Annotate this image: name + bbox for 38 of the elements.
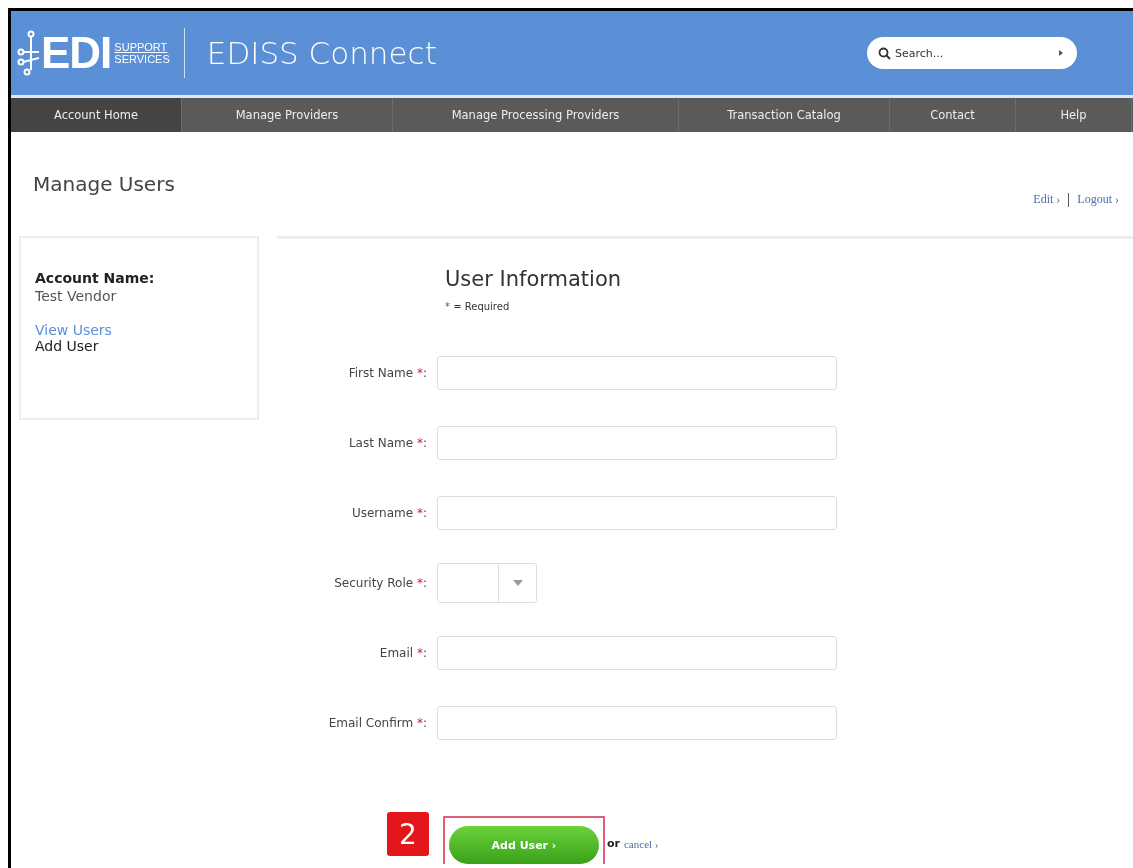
input-field[interactable] — [437, 636, 837, 670]
required-legend: * = Required — [445, 301, 1133, 312]
logo-text: EDI — [41, 28, 112, 78]
account-label: Account Name: — [35, 270, 156, 286]
step-badge: 2 — [387, 812, 429, 856]
nav-tab[interactable]: Transaction Catalog — [679, 98, 890, 132]
search-field[interactable]: Search... — [867, 37, 1077, 69]
field-label: Username *: — [350, 506, 427, 520]
field-label: Email *: — [378, 646, 427, 660]
field-label: Security Role *: — [333, 576, 427, 590]
form-title: User Information — [445, 267, 623, 291]
nav-tab[interactable]: Manage Providers — [182, 98, 393, 132]
circuit-icon — [17, 30, 39, 76]
page-title: Manage Users — [33, 172, 175, 196]
input-field[interactable] — [437, 496, 837, 530]
field-label: Email Confirm *: — [327, 716, 427, 730]
header-link[interactable]: Edit › — [1033, 192, 1061, 207]
logo-subtext: SERVICES — [114, 53, 170, 65]
input-field[interactable] — [437, 706, 837, 740]
nav-tab[interactable]: Account Home — [11, 98, 182, 132]
cancel-link[interactable]: cancel › — [624, 838, 659, 850]
input-field[interactable] — [437, 356, 837, 390]
app-title: EDISS Connect — [206, 35, 437, 71]
logo-subtext: SUPPORT — [114, 41, 169, 53]
dropdown[interactable] — [437, 563, 537, 603]
field-label: Last Name *: — [347, 436, 427, 450]
header-link[interactable]: Logout › — [1077, 192, 1119, 207]
caret-icon — [512, 580, 523, 586]
sidebar-link[interactable]: Add User — [35, 338, 99, 354]
or-text: or — [607, 837, 620, 850]
sidebar-link[interactable]: View Users — [35, 322, 112, 338]
nav-tab[interactable]: Manage Processing Providers — [393, 98, 679, 132]
nav-tab[interactable]: Contact — [890, 98, 1016, 132]
field-label: First Name *: — [347, 366, 427, 380]
arrow-icon[interactable] — [1059, 50, 1063, 56]
nav-tab[interactable]: Help — [1016, 98, 1132, 132]
account-name: Test Vendor — [35, 288, 118, 304]
input-field[interactable] — [437, 426, 837, 460]
